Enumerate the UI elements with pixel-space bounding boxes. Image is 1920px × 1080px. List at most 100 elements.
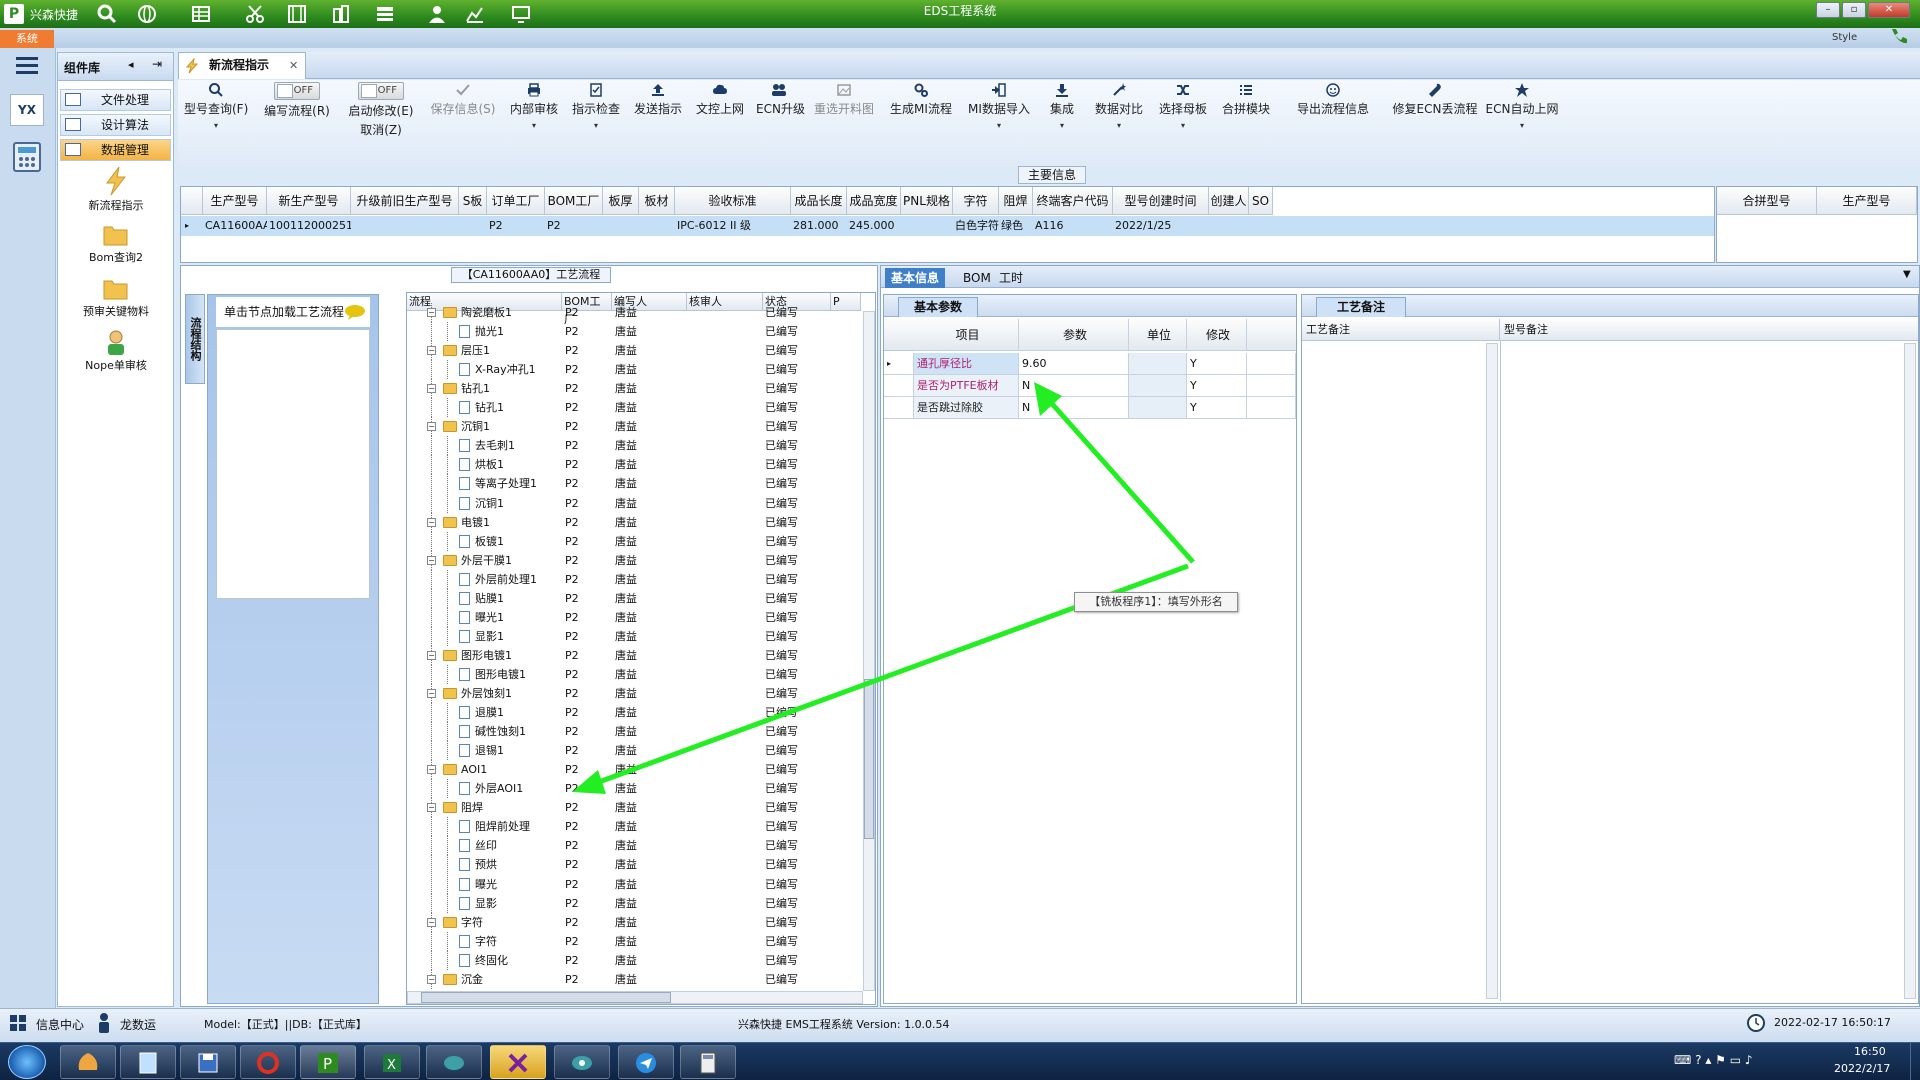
table-cell[interactable]	[459, 216, 487, 236]
collapse-toggle-icon[interactable]: −	[427, 689, 436, 698]
grid-icon[interactable]	[374, 3, 396, 25]
column-header[interactable]: 参数	[1019, 319, 1129, 351]
table-cell[interactable]: 10011200025167	[267, 216, 351, 236]
ecn-auto-online-button[interactable]: ECN自动上网 ▾	[1484, 82, 1560, 162]
scissors-icon[interactable]	[244, 3, 266, 25]
toggle-switch[interactable]: OFF	[274, 82, 320, 100]
table-cell[interactable]: CA11600AA0	[203, 216, 267, 236]
list-item[interactable]: − AOI1 P2 唐益 已编写	[407, 760, 862, 780]
tab-flow-structure[interactable]: 流程结构	[185, 294, 205, 384]
param-unit-cell[interactable]	[1129, 353, 1187, 375]
monitor-icon[interactable]	[510, 3, 532, 25]
taskbar-app-eds[interactable]: P	[300, 1045, 356, 1079]
list-item[interactable]: 沉铜1 P2 唐益 已编写	[407, 493, 862, 513]
list-item[interactable]: 曝光 P2 唐益 已编写	[407, 874, 862, 894]
nav-item-data-management[interactable]: 数据管理	[60, 139, 171, 161]
list-item[interactable]: 等离子处理1 P2 唐益 已编写	[407, 474, 862, 494]
scrollbar-thumb[interactable]	[864, 679, 874, 839]
param-item-cell[interactable]: 通孔厚径比	[914, 353, 1019, 375]
table-cell[interactable]: 2022/1/25	[1113, 216, 1209, 236]
list-item[interactable]: 阻焊前处理 P2 唐益 已编写	[407, 817, 862, 837]
tab-work-hours[interactable]: 工时	[993, 268, 1029, 288]
column-header[interactable]: 生产型号	[203, 187, 267, 215]
taskbar-app-g[interactable]	[240, 1045, 296, 1079]
column-header[interactable]: 板材	[639, 187, 675, 215]
chevron-down-icon[interactable]: ▾	[966, 121, 1032, 130]
style-label[interactable]: Style	[1832, 32, 1857, 43]
list-item[interactable]: 去毛刺1 P2 唐益 已编写	[407, 436, 862, 456]
collapse-toggle-icon[interactable]: −	[427, 765, 436, 775]
column-header[interactable]: SO	[1249, 187, 1273, 215]
tab-new-flow-instruction[interactable]: 新流程指示 ✕	[178, 52, 306, 79]
column-header[interactable]: 修改	[1187, 319, 1247, 351]
collapse-left-icon[interactable]: ◂	[128, 58, 134, 71]
list-item[interactable]: − 电镀1 P2 唐益 已编写	[407, 512, 862, 532]
column-header[interactable]: 成品长度	[791, 187, 847, 215]
list-item[interactable]: 烘板1 P2 唐益 已编写	[407, 455, 862, 475]
collapse-toggle-icon[interactable]: −	[427, 917, 436, 927]
instruction-check-button[interactable]: 指示检查 ▾	[570, 82, 622, 162]
process-notes-scrollbar[interactable]	[1486, 343, 1498, 999]
column-header[interactable]: 板厚	[603, 187, 639, 215]
user-icon[interactable]	[426, 3, 448, 25]
param-edit-cell[interactable]: Y	[1187, 375, 1247, 397]
start-modify-toggle[interactable]: OFF 启动修改(E) 取消(Z)	[344, 82, 418, 162]
list-item[interactable]: 预烘 P2 唐益 已编写	[407, 855, 862, 875]
column-header[interactable]: 字符	[953, 187, 999, 215]
model-query-button[interactable]: 型号查询(F) ▾	[184, 82, 248, 162]
table-cell[interactable]	[1249, 216, 1273, 236]
column-header[interactable]: 合拼型号	[1717, 187, 1817, 215]
column-header[interactable]: S板	[459, 187, 487, 215]
list-item[interactable]: − 外层干膜1 P2 唐益 已编写	[407, 550, 862, 570]
calculator-icon[interactable]	[10, 140, 44, 174]
list-item[interactable]: 外层AOI1 P2 唐益 已编写	[407, 779, 862, 799]
column-header[interactable]: 型号创建时间	[1113, 187, 1209, 215]
nav-item-design-algorithm[interactable]: 设计算法	[60, 114, 171, 136]
list-item[interactable]: X-Ray冲孔1 P2 唐益 已编写	[407, 360, 862, 380]
vertical-scrollbar[interactable]	[863, 311, 875, 991]
chevron-down-icon[interactable]: ▾	[1090, 121, 1148, 130]
param-value-cell[interactable]: N	[1019, 397, 1129, 419]
param-unit-cell[interactable]	[1129, 397, 1187, 419]
list-item[interactable]: − 图形电镀1 P2 唐益 已编写	[407, 645, 862, 665]
list-item[interactable]: − 层压1 P2 唐益 已编写	[407, 341, 862, 361]
list-item[interactable]: 退膜1 P2 唐益 已编写	[407, 703, 862, 723]
column-header[interactable]: 终端客户代码	[1033, 187, 1113, 215]
collapse-toggle-icon[interactable]: −	[427, 384, 436, 394]
list-item[interactable]: − 沉金 P2 唐益 已编写	[407, 969, 862, 989]
taskbar-app-eye[interactable]	[554, 1045, 610, 1079]
list-item[interactable]: 外层前处理1 P2 唐益 已编写	[407, 569, 862, 589]
column-header[interactable]: 阻焊	[999, 187, 1033, 215]
column-header[interactable]: 新生产型号	[267, 187, 351, 215]
globe-icon[interactable]	[136, 3, 158, 25]
column-header[interactable]: 单位	[1129, 319, 1187, 351]
save-info-button[interactable]: 保存信息(S)	[428, 82, 498, 162]
search-icon[interactable]	[96, 3, 118, 25]
tool-bom-query2[interactable]: Bom查询2	[66, 221, 166, 265]
doc-control-online-button[interactable]: 文控上网	[694, 82, 746, 162]
close-tab-icon[interactable]: ✕	[289, 53, 298, 78]
chevron-down-icon[interactable]: ▾	[1154, 121, 1212, 130]
collapse-toggle-icon[interactable]: −	[427, 650, 436, 660]
fix-ecn-lost-flow-button[interactable]: 修复ECN丢流程	[1390, 82, 1480, 162]
list-item[interactable]: − 字符 P2 唐益 已编写	[407, 912, 862, 932]
select-motherboard-button[interactable]: 选择母板 ▾	[1154, 82, 1212, 162]
taskbar-app-shell[interactable]	[60, 1045, 116, 1079]
list-item[interactable]: − 钻孔1 P2 唐益 已编写	[407, 379, 862, 399]
table-cell[interactable]	[639, 216, 675, 236]
menu-icon[interactable]	[14, 54, 40, 76]
param-unit-cell[interactable]	[1129, 375, 1187, 397]
param-edit-cell[interactable]: Y	[1187, 397, 1247, 419]
chevron-down-icon[interactable]: ▾	[1042, 121, 1082, 130]
mi-data-import-button[interactable]: MI数据导入 ▾	[966, 82, 1032, 162]
table-cell[interactable]	[603, 216, 639, 236]
list-item[interactable]: − 阻焊 P2 唐益 已编写	[407, 798, 862, 818]
column-header[interactable]: 生产型号	[1817, 187, 1917, 215]
taskbar-app-excel[interactable]: X	[364, 1045, 420, 1079]
toggle-switch[interactable]: OFF	[358, 82, 404, 100]
building-icon[interactable]	[330, 3, 352, 25]
system-tab[interactable]: 系统	[0, 30, 54, 48]
taskbar-app-save[interactable]	[180, 1045, 236, 1079]
table-icon[interactable]	[190, 3, 212, 25]
param-item-cell[interactable]: 是否为PTFE板材	[914, 375, 1019, 397]
